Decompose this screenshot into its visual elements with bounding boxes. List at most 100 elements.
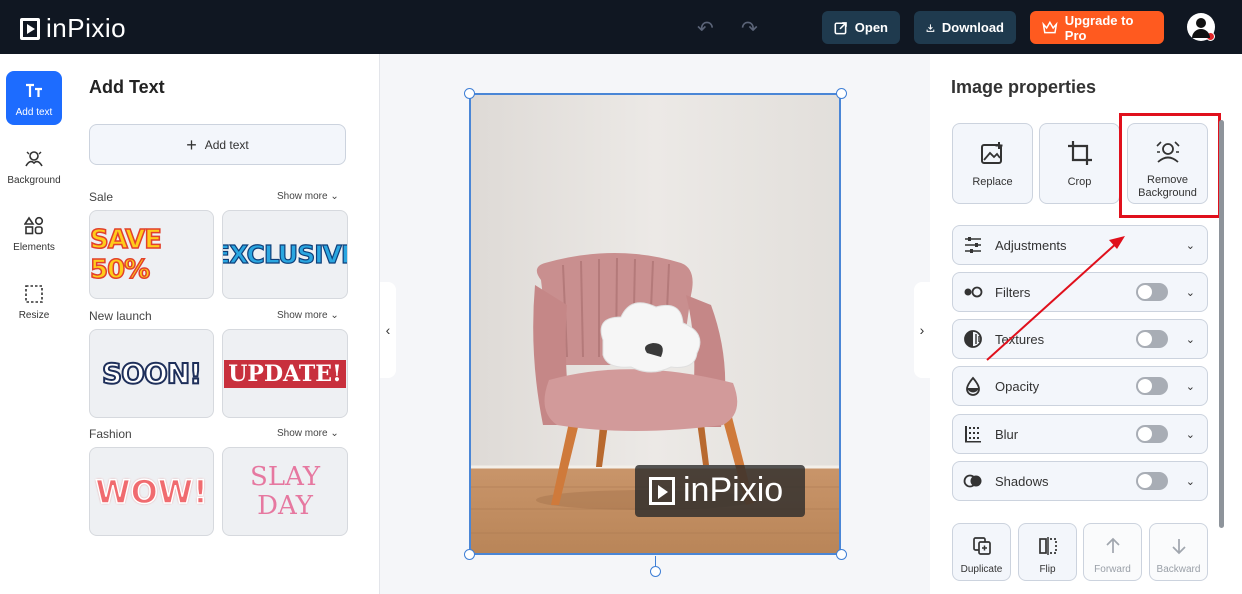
sliders-icon	[965, 237, 981, 253]
opacity-icon	[966, 376, 980, 396]
chevron-right-icon: ›	[919, 322, 925, 338]
download-icon	[926, 23, 935, 32]
arrow-up-icon	[1105, 537, 1120, 553]
upgrade-button[interactable]: Upgrade to Pro	[1030, 11, 1164, 44]
sticker-slay-day[interactable]: SLAY DAY	[222, 447, 348, 536]
download-button[interactable]: Download	[914, 11, 1016, 44]
chevron-down-icon[interactable]: ⌄	[1186, 380, 1195, 393]
sticker-text: UPDATE!	[224, 359, 346, 388]
blur-toggle[interactable]	[1135, 425, 1168, 443]
adjustments-row[interactable]: Adjustments ⌄	[952, 225, 1208, 265]
opacity-row[interactable]: Opacity ⌄	[952, 366, 1208, 406]
flip-button[interactable]: Flip	[1018, 523, 1077, 581]
textures-icon	[964, 330, 982, 348]
sticker-text: EXCLUSIVE	[223, 239, 347, 269]
open-button[interactable]: Open	[822, 11, 900, 44]
sticker-update[interactable]: UPDATE!	[222, 329, 348, 418]
sticker-wow[interactable]: WOW!	[89, 447, 214, 536]
rail-label: Add text	[15, 107, 53, 118]
app-logo[interactable]: inPixio	[20, 13, 126, 44]
action-label: Duplicate	[960, 564, 1003, 575]
download-label: Download	[941, 20, 1004, 35]
rail-item-elements[interactable]: Elements	[6, 206, 62, 260]
rail-label: Resize	[18, 310, 50, 321]
textures-row[interactable]: Textures ⌄	[952, 319, 1208, 359]
crown-icon	[1042, 20, 1058, 34]
chevron-left-icon: ‹	[385, 322, 391, 338]
open-label: Open	[854, 20, 888, 35]
section-label-sale: Sale	[89, 190, 114, 204]
resize-handle-bottom-right[interactable]	[836, 549, 847, 560]
collapse-left-panel-button[interactable]: ‹	[380, 282, 396, 378]
properties-scrollbar[interactable]	[1219, 120, 1224, 528]
chevron-down-icon[interactable]: ⌄	[1186, 428, 1195, 441]
sticker-exclusive[interactable]: EXCLUSIVE	[222, 210, 348, 299]
add-text-panel: Add Text + Add text Sale Show more ⌄ SAV…	[68, 54, 380, 594]
forward-button[interactable]: Forward	[1083, 523, 1142, 581]
action-label: Flip	[1039, 564, 1056, 575]
crop-icon	[1067, 141, 1092, 165]
top-bar: inPixio ↶ ↷ Open Download Upgrade to Pro	[0, 0, 1242, 54]
sticker-text: SAVE 50%	[90, 224, 163, 286]
open-external-icon	[834, 21, 847, 34]
resize-handle-top-right[interactable]	[836, 88, 847, 99]
chevron-down-icon[interactable]: ⌄	[1186, 333, 1195, 346]
show-more-fashion[interactable]: Show more ⌄	[277, 428, 339, 439]
sticker-save-50[interactable]: SAVE 50%	[89, 210, 214, 299]
section-label-new-launch: New launch	[89, 309, 152, 323]
redo-icon[interactable]: ↷	[741, 16, 758, 41]
rail-item-add-text[interactable]: Add text	[6, 71, 62, 125]
rail-item-resize[interactable]: Resize	[6, 274, 62, 328]
user-avatar[interactable]	[1187, 13, 1215, 41]
chevron-down-icon[interactable]: ⌄	[1186, 239, 1195, 252]
rail-label: Background	[7, 175, 61, 186]
resize-handle-top-left[interactable]	[464, 88, 475, 99]
chevron-down-icon[interactable]: ⌄	[1186, 475, 1195, 488]
shadows-row[interactable]: Shadows ⌄	[952, 461, 1208, 501]
filters-toggle[interactable]	[1135, 283, 1168, 301]
filters-icon	[964, 286, 983, 298]
rail-label: Elements	[13, 242, 55, 253]
sticker-soon[interactable]: SOON!	[89, 329, 214, 418]
plus-icon: +	[186, 134, 197, 155]
row-label: Adjustments	[995, 237, 1067, 253]
annotation-highlight-box	[1119, 113, 1221, 218]
blur-icon	[965, 426, 981, 443]
upgrade-label: Upgrade to Pro	[1064, 12, 1134, 43]
resize-handle-bottom-left[interactable]	[464, 549, 475, 560]
duplicate-button[interactable]: Duplicate	[952, 523, 1011, 581]
row-label: Opacity	[995, 378, 1040, 394]
sticker-text: WOW!	[95, 472, 209, 512]
undo-icon[interactable]: ↶	[697, 16, 714, 41]
section-label-fashion: Fashion	[89, 427, 132, 441]
logo-text: inPixio	[46, 13, 127, 43]
chevron-down-icon[interactable]: ⌄	[1186, 286, 1195, 299]
rotate-handle[interactable]	[650, 566, 661, 577]
textures-toggle[interactable]	[1135, 330, 1168, 348]
action-label: Backward	[1156, 564, 1201, 575]
rail-item-background[interactable]: Background	[6, 139, 62, 193]
crop-button[interactable]: Crop	[1039, 123, 1120, 204]
arrow-down-icon	[1171, 539, 1186, 555]
add-text-button[interactable]: + Add text	[89, 124, 346, 165]
resize-icon	[25, 285, 43, 303]
collapse-right-panel-button[interactable]: ›	[914, 282, 930, 378]
shadows-toggle[interactable]	[1135, 472, 1168, 490]
flip-icon	[1038, 537, 1057, 555]
show-more-sale[interactable]: Show more ⌄	[277, 191, 339, 202]
replace-button[interactable]: Replace	[952, 123, 1033, 204]
blur-row[interactable]: Blur ⌄	[952, 414, 1208, 454]
panel-title: Add Text	[89, 77, 165, 97]
sticker-text: SLAY DAY	[250, 461, 320, 521]
watermark-text: inPixio	[683, 471, 784, 509]
opacity-toggle[interactable]	[1135, 377, 1168, 395]
row-label: Filters	[995, 284, 1031, 300]
backward-button[interactable]: Backward	[1149, 523, 1208, 581]
text-icon	[26, 83, 42, 97]
filters-row[interactable]: Filters ⌄	[952, 272, 1208, 312]
canvas-image[interactable]: inPixio	[469, 93, 841, 555]
background-icon	[25, 151, 43, 167]
elements-icon	[24, 216, 44, 235]
show-more-new-launch[interactable]: Show more ⌄	[277, 310, 339, 321]
tool-rail: Add text Background Elements Resize	[0, 54, 68, 594]
